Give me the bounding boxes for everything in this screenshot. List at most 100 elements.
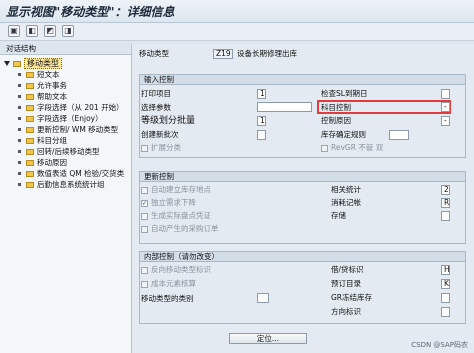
tree-item-help-text[interactable]: 帮助文本: [18, 92, 67, 102]
tree-item-field-selection-enjoy[interactable]: 字段选择（Enjoy）: [18, 114, 103, 124]
ext-class-checkbox[interactable]: [141, 145, 148, 152]
level-batch-field[interactable]: 1: [257, 116, 266, 126]
control-reason-label: 控制原因: [321, 116, 351, 125]
revgr-label: RevGR 不管 双: [331, 143, 384, 152]
auto-storage-label: 自动建立库存地点: [151, 185, 211, 194]
related-stat-field[interactable]: 2: [441, 185, 450, 195]
tree-item-qm-inspection[interactable]: 数值表适 QM 检验/交货类: [18, 169, 124, 179]
bullet-icon: [18, 128, 21, 131]
folder-icon: [26, 182, 34, 188]
bullet-icon: [18, 183, 21, 186]
stock-field[interactable]: [441, 211, 450, 221]
auto-po-label: 自动产生的采购订单: [151, 224, 219, 233]
folder-icon: [26, 72, 34, 78]
tree-item-update-control[interactable]: 更新控制/ WM 移动类型: [18, 125, 118, 135]
debit-credit-field[interactable]: H: [441, 265, 450, 275]
position-button[interactable]: 定位...: [229, 333, 307, 344]
window-title: 显示视图"移动类型"：详细信息: [6, 5, 175, 19]
debit-credit-label: 借/贷标识: [331, 265, 364, 274]
account-control-field[interactable]: -: [441, 102, 450, 112]
selection-param-label: 选择参数: [141, 103, 171, 112]
tree-root-label[interactable]: 移动类型: [24, 58, 62, 69]
related-stat-label: 相关统计: [331, 185, 361, 194]
gen-phys-checkbox[interactable]: [141, 213, 148, 220]
reduce-req-checkbox[interactable]: ✓: [141, 200, 148, 207]
cost-element-checkbox[interactable]: [141, 281, 148, 288]
folder-icon: [26, 94, 34, 100]
internal-control-title: 内部控制（请勿改变）: [140, 252, 465, 262]
folder-icon: [26, 105, 34, 111]
tree-item-reversal[interactable]: 回转/后续移动类型: [18, 147, 100, 157]
stock-label: 存储: [331, 211, 346, 220]
category-label: 移动类型的类别: [141, 294, 194, 303]
gr-blocked-label: GR冻结库存: [331, 293, 373, 302]
bullet-icon: [18, 150, 21, 153]
inventory-rule-field[interactable]: [389, 130, 409, 140]
entry-control-title: 输入控制: [140, 75, 465, 85]
gen-phys-label: 生成实际盘点凭证: [151, 211, 211, 220]
reduce-req-label: 独立需求下降: [151, 198, 196, 207]
inventory-rule-label: 库存确定规则: [321, 130, 366, 139]
tree-item-movement-reason[interactable]: 移动原因: [18, 158, 67, 168]
auto-storage-checkbox[interactable]: [141, 187, 148, 194]
control-reason-field[interactable]: -: [441, 116, 450, 126]
tree-root-node[interactable]: 移动类型: [4, 58, 62, 69]
planned-label: 预订目录: [331, 279, 361, 288]
print-item-label: 打印项目: [141, 89, 171, 98]
folder-icon: [26, 160, 34, 166]
account-control-label: 科目控制: [321, 103, 351, 112]
tree-item-lis-statistics[interactable]: 后勤信息系统统计组: [18, 180, 105, 190]
print-item-field[interactable]: 1: [257, 89, 266, 99]
update-control-title: 更新控制: [140, 172, 465, 182]
gr-blocked-field[interactable]: [441, 293, 450, 303]
back-icon[interactable]: ◧: [26, 25, 38, 37]
level-batch-label: 等级划分批量: [141, 116, 196, 126]
selection-param-field[interactable]: [257, 102, 312, 112]
position-button-label: 定位...: [256, 334, 280, 343]
dialog-structure-panel: 对话结构 移动类型 短文本 允许事务 帮助文本 字段选择（从 201 开始） 字…: [0, 44, 132, 353]
watermark: CSDN @SAP码农: [411, 341, 468, 349]
ext-class-label: 扩展分类: [151, 143, 181, 152]
next-icon[interactable]: ◨: [62, 25, 74, 37]
consumption-label: 消耗记帐: [331, 198, 361, 207]
direction-field[interactable]: [441, 307, 450, 317]
bullet-icon: [18, 139, 21, 142]
prev-icon[interactable]: ◩: [44, 25, 56, 37]
tree-item-account-grouping[interactable]: 科目分组: [18, 136, 67, 146]
dialog-structure-header: 对话结构: [0, 44, 131, 55]
folder-icon: [26, 83, 34, 89]
sl-check-field[interactable]: [441, 89, 450, 99]
movement-type-field[interactable]: Z19: [213, 49, 233, 59]
auto-po-checkbox[interactable]: [141, 226, 148, 233]
consumption-field[interactable]: R: [441, 198, 450, 208]
planned-field[interactable]: K: [441, 279, 450, 289]
tree-item-allowed-transactions[interactable]: 允许事务: [18, 81, 67, 91]
title-bar: 显示视图"移动类型"：详细信息: [0, 0, 474, 23]
detail-panel: 移动类型 Z19 设备长期修理出库 输入控制 打印项目 1 检查SL到期日 选择…: [133, 44, 474, 353]
bullet-icon: [18, 106, 21, 109]
movement-type-label: 移动类型: [139, 49, 169, 58]
expand-triangle-icon[interactable]: [4, 61, 10, 66]
create-batch-label: 创建新批次: [141, 130, 179, 139]
folder-open-icon: [13, 60, 21, 67]
folder-icon: [26, 171, 34, 177]
bullet-icon: [18, 161, 21, 164]
bullet-icon: [18, 117, 21, 120]
category-field[interactable]: [257, 293, 269, 303]
bullet-icon: [18, 172, 21, 175]
movement-type-description: 设备长期修理出库: [237, 49, 297, 58]
folder-icon: [26, 149, 34, 155]
folder-icon: [26, 127, 34, 133]
tree-item-short-text[interactable]: 短文本: [18, 70, 60, 80]
folder-icon: [26, 116, 34, 122]
bullet-icon: [18, 95, 21, 98]
bullet-icon: [18, 84, 21, 87]
reverse-checkbox[interactable]: [141, 267, 148, 274]
revgr-checkbox[interactable]: [321, 145, 328, 152]
reverse-label: 反向移动类型标识: [151, 265, 211, 274]
bullet-icon: [18, 73, 21, 76]
toolbar: ▣ ◧ ◩ ◨: [0, 23, 474, 41]
tree-item-field-selection-201[interactable]: 字段选择（从 201 开始）: [18, 103, 124, 113]
create-batch-field[interactable]: [257, 130, 266, 140]
save-icon[interactable]: ▣: [8, 25, 20, 37]
